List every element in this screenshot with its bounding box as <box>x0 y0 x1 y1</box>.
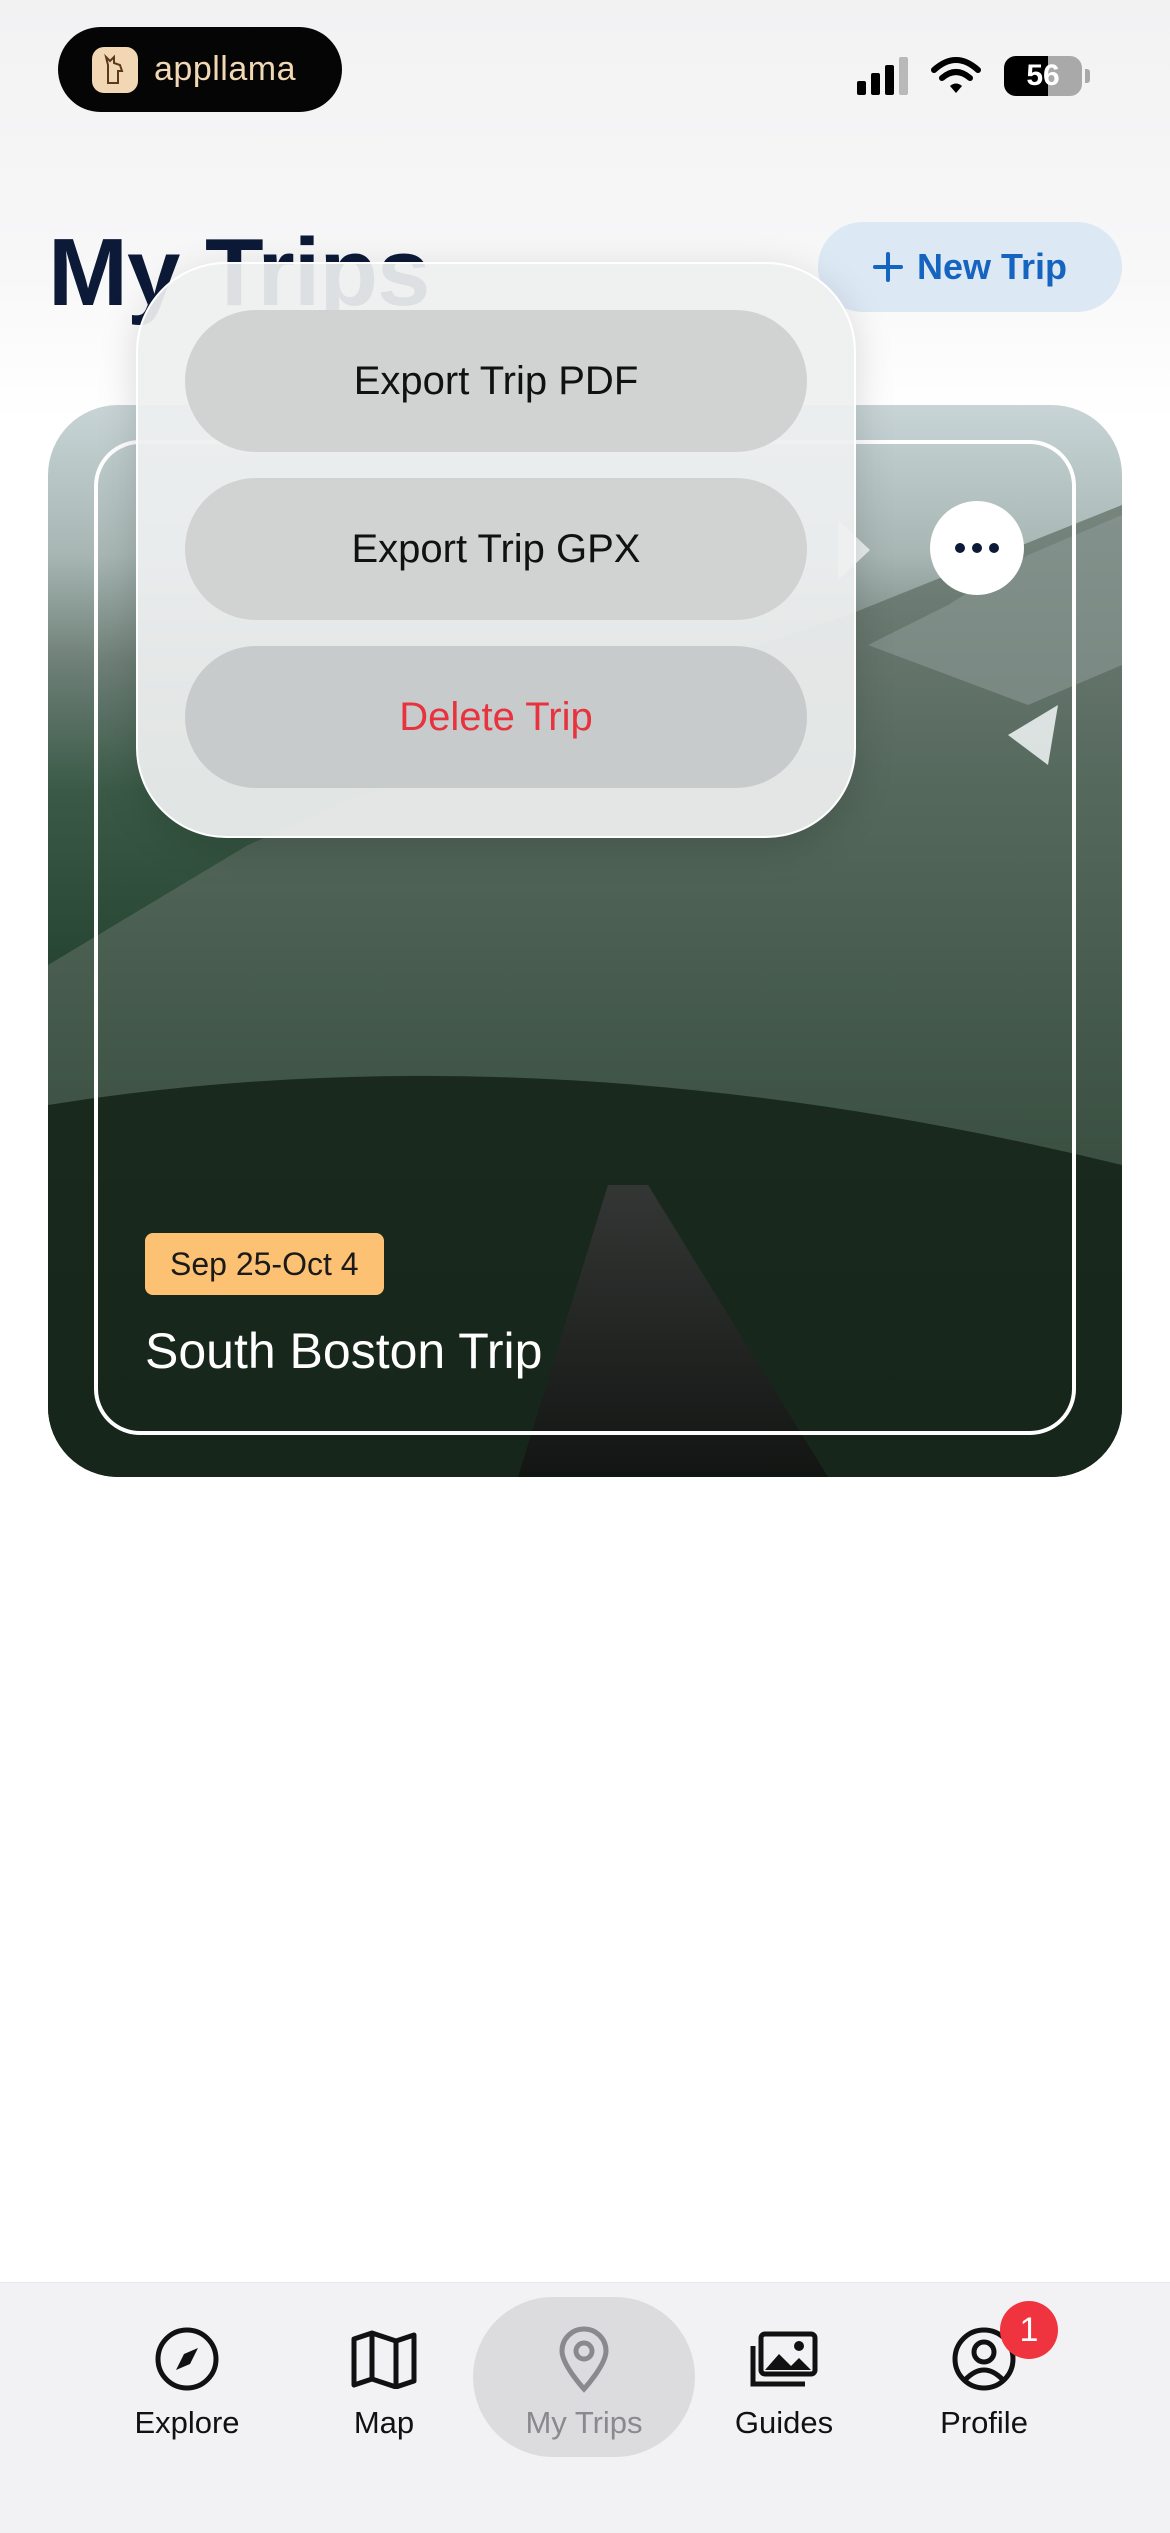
new-trip-label: New Trip <box>916 246 1068 287</box>
photos-icon <box>748 2323 820 2395</box>
tab-guides[interactable]: Guides <box>684 2283 884 2533</box>
cellular-signal-icon <box>857 57 908 95</box>
tab-label: Guides <box>734 2405 834 2440</box>
dot <box>955 543 965 553</box>
tab-label: Profile <box>940 2405 1028 2440</box>
export-pdf-button[interactable]: Export Trip PDF <box>185 310 807 452</box>
dot <box>989 543 999 553</box>
date-range-badge: Sep 25-Oct 4 <box>145 1233 384 1295</box>
tab-bar: Explore Map My Trips Guides Profile <box>0 2282 1170 2533</box>
brand-name: appllama <box>154 50 296 88</box>
tab-explore[interactable]: Explore <box>87 2283 287 2533</box>
more-options-button[interactable] <box>930 501 1024 595</box>
tab-map[interactable]: Map <box>284 2283 484 2533</box>
notification-badge: 1 <box>1000 2301 1058 2359</box>
delete-trip-button[interactable]: Delete Trip <box>185 646 807 788</box>
compass-icon <box>151 2323 223 2395</box>
tab-label: My Trips <box>525 2405 643 2440</box>
plus-icon <box>872 252 903 282</box>
export-gpx-button[interactable]: Export Trip GPX <box>185 478 807 620</box>
wifi-icon <box>931 57 981 93</box>
tab-my-trips[interactable]: My Trips <box>484 2283 684 2533</box>
tab-label: Map <box>353 2405 415 2440</box>
dot <box>972 543 982 553</box>
battery-icon: 56 <box>1004 56 1082 96</box>
trip-options-menu: Export Trip PDF Export Trip GPX Delete T… <box>136 262 856 838</box>
battery-nub <box>1085 69 1090 83</box>
new-trip-button[interactable]: New Trip <box>818 222 1122 312</box>
location-pin-icon <box>548 2323 620 2395</box>
llama-logo-icon <box>92 46 138 93</box>
map-icon <box>348 2323 420 2395</box>
battery-percentage: 56 <box>1026 59 1060 92</box>
brand-pill: appllama <box>58 27 342 112</box>
trip-name: South Boston Trip <box>145 1323 543 1379</box>
tab-label: Explore <box>134 2405 240 2440</box>
status-icons: 56 <box>857 52 1090 100</box>
